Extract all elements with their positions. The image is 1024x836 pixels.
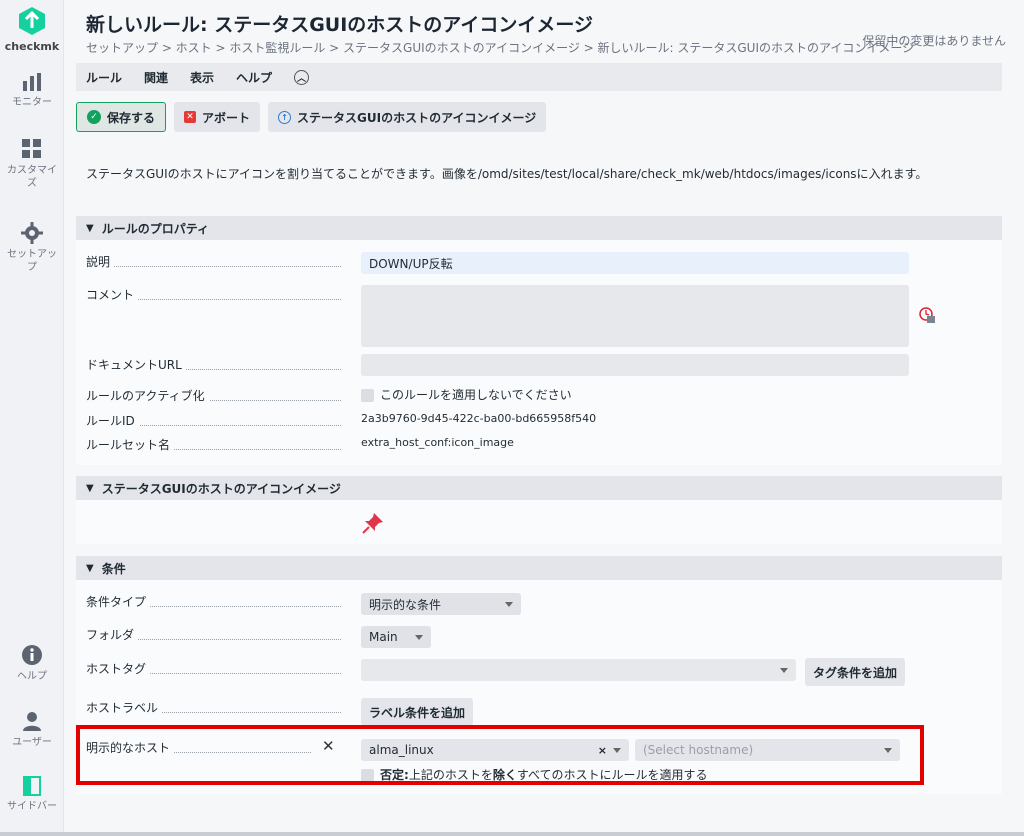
- sidebar-item-help[interactable]: ヘルプ: [0, 644, 64, 683]
- doc-url-input[interactable]: [361, 354, 909, 376]
- intro-text: ステータスGUIのホストにアイコンを割り当てることができます。画像を/omd/s…: [86, 167, 928, 181]
- collapse-triangle-icon: ▼: [86, 562, 94, 574]
- check-icon: ✓: [87, 110, 101, 124]
- pin-icon[interactable]: [362, 512, 384, 534]
- collapse-triangle-icon: ▼: [86, 482, 94, 494]
- checkmk-logo[interactable]: checkmk: [0, 6, 64, 54]
- sidebar-item-sidebar[interactable]: サイドバー: [0, 776, 64, 813]
- menu-display[interactable]: 表示: [190, 69, 214, 86]
- ruleset-info-label: ステータスGUIのホストのアイコンイメージ: [297, 110, 537, 125]
- comment-textarea[interactable]: [361, 285, 909, 347]
- section-header-conditions[interactable]: ▼ 条件: [76, 556, 1002, 580]
- section-title: 条件: [101, 561, 126, 576]
- sidebar-item-label: カスタマイズ: [7, 165, 57, 189]
- doc-url-label: ドキュメントURL: [86, 356, 341, 373]
- section-body-icon-image: [76, 500, 1002, 544]
- description-input[interactable]: DOWN/UP反転: [361, 252, 909, 274]
- menu-help[interactable]: ヘルプ: [236, 69, 272, 86]
- checkbox-box[interactable]: [361, 389, 374, 402]
- host-tag-select[interactable]: [361, 659, 796, 681]
- pending-changes[interactable]: 保留中の変更はありません: [862, 32, 1006, 49]
- dropdown-caret-icon: [415, 634, 423, 640]
- sidebar-item-label: セットアップ: [7, 249, 57, 273]
- condition-type-value: 明示的な条件: [369, 597, 442, 612]
- activation-label: ルールのアクティブ化: [86, 387, 341, 404]
- info-circle-icon: ↑: [278, 110, 292, 124]
- sidebar-item-setup[interactable]: セットアップ: [0, 222, 64, 274]
- save-label: 保存する: [107, 110, 156, 125]
- sidebar-item-label: サイドバー: [7, 801, 57, 812]
- checkmk-logo-icon: [19, 7, 45, 35]
- save-button[interactable]: ✓ 保存する: [76, 102, 167, 132]
- sidebar-item-label: ヘルプ: [17, 671, 47, 682]
- description-value: DOWN/UP反転: [369, 256, 453, 271]
- menu-bar: ルール 関連 表示 ヘルプ ︿: [76, 63, 1002, 91]
- folder-value: Main: [369, 630, 398, 644]
- abort-label: アボート: [202, 110, 251, 125]
- grid-icon: [22, 139, 41, 158]
- toolbar: ✓ 保存する ✕ アボート ↑ ステータスGUIのホストのアイコンイメージ: [76, 102, 547, 132]
- section-title: ルールのプロパティ: [101, 221, 209, 236]
- main-content: 新しいルール: ステータスGUIのホストのアイコンイメージ セットアップ > ホ…: [64, 0, 1024, 836]
- abort-button[interactable]: ✕ アボート: [174, 102, 261, 132]
- dropdown-caret-icon: [780, 667, 788, 673]
- sidebar-item-user[interactable]: ユーザー: [0, 710, 64, 749]
- bottom-edge: [0, 832, 1024, 836]
- section-title: ステータスGUIのホストのアイコンイメージ: [101, 481, 341, 496]
- ruleset-value: extra_host_conf:icon_image: [361, 436, 514, 449]
- sidebar-item-label: モニター: [12, 97, 52, 108]
- section-header-icon-image[interactable]: ▼ ステータスGUIのホストのアイコンイメージ: [76, 476, 1002, 500]
- condition-type-label: 条件タイプ: [86, 593, 341, 610]
- rule-id-value: 2a3b9760-9d45-422c-ba00-bd665958f540: [361, 412, 597, 425]
- section-header-properties[interactable]: ▼ ルールのプロパティ: [76, 216, 1002, 240]
- menu-related[interactable]: 関連: [144, 69, 168, 86]
- sidebar-item-customize[interactable]: カスタマイズ: [0, 138, 64, 190]
- folder-label: フォルダ: [86, 626, 341, 643]
- highlight-box: [76, 725, 924, 785]
- sidebar-item-label: ユーザー: [12, 737, 52, 748]
- info-icon: [22, 645, 42, 665]
- sidebar-icon: [23, 776, 41, 796]
- rule-id-label: ルールID: [86, 412, 341, 429]
- description-label: 説明: [86, 253, 341, 270]
- comment-label: コメント: [86, 286, 341, 303]
- user-icon: [23, 712, 41, 731]
- ruleset-info-button[interactable]: ↑ ステータスGUIのホストのアイコンイメージ: [268, 102, 547, 132]
- timestamp-icon[interactable]: [919, 307, 936, 324]
- checkbox-label: このルールを適用しないでください: [380, 388, 572, 402]
- disable-rule-checkbox[interactable]: このルールを適用しないでください: [361, 386, 572, 403]
- dropdown-caret-icon: [505, 601, 513, 607]
- menu-rules[interactable]: ルール: [86, 69, 122, 86]
- host-tag-label: ホストタグ: [86, 660, 341, 677]
- add-tag-condition-button[interactable]: タグ条件を追加: [805, 658, 906, 686]
- bar-chart-icon: [23, 73, 41, 91]
- collapse-menu-icon[interactable]: ︿: [294, 69, 310, 85]
- sidebar-item-monitor[interactable]: モニター: [0, 72, 64, 109]
- sidebar: checkmk モニター カスタマイズ セットアップ ヘルプ ユーザー サイドバ…: [0, 0, 64, 836]
- add-label-condition-button[interactable]: ラベル条件を追加: [361, 698, 474, 726]
- page-title: 新しいルール: ステータスGUIのホストのアイコンイメージ: [86, 14, 593, 36]
- logo-text: checkmk: [4, 40, 60, 53]
- host-label-label: ホストラベル: [86, 699, 341, 716]
- gear-icon: [21, 222, 43, 244]
- condition-type-select[interactable]: 明示的な条件: [361, 593, 521, 615]
- breadcrumb[interactable]: セットアップ > ホスト > ホスト監視ルール > ステータスGUIのホストのア…: [86, 39, 914, 56]
- collapse-triangle-icon: ▼: [86, 222, 94, 234]
- ruleset-label: ルールセット名: [86, 436, 341, 453]
- abort-icon: ✕: [184, 111, 197, 123]
- folder-select[interactable]: Main: [361, 626, 431, 648]
